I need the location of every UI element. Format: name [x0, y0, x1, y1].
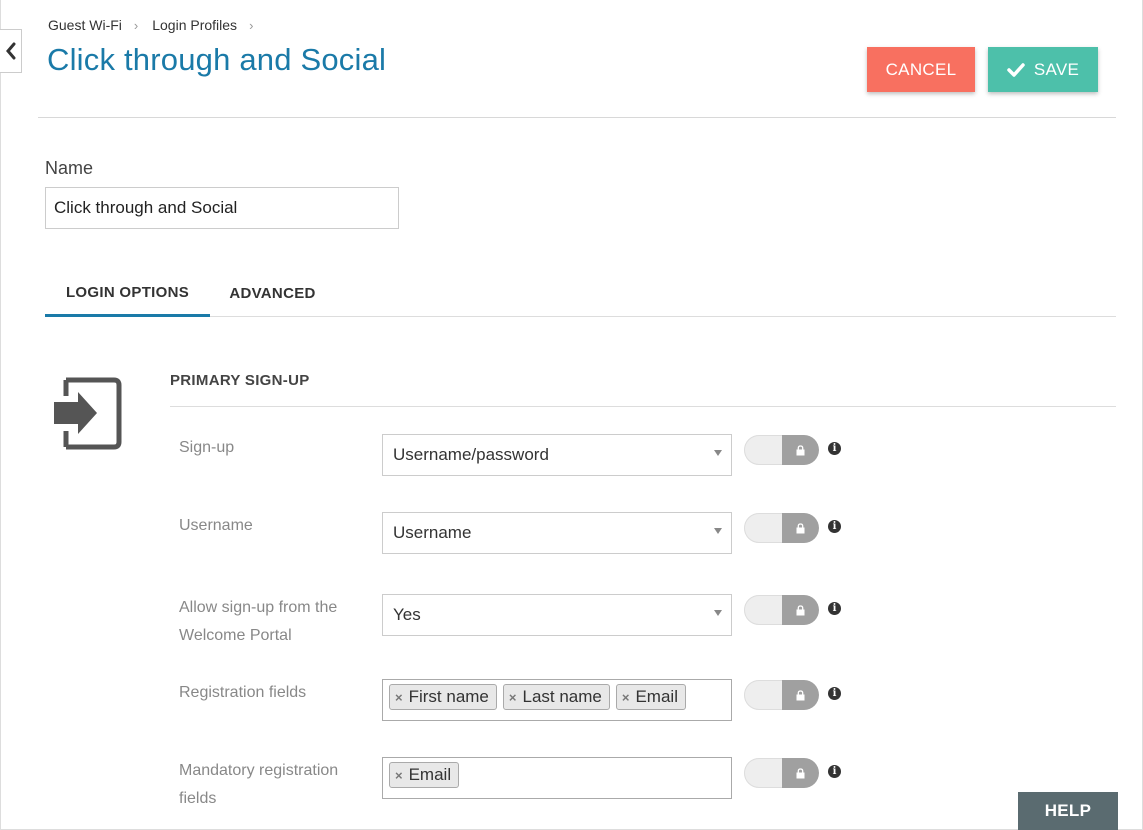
caret-down-icon	[714, 610, 722, 616]
tag-last-name: × Last name	[502, 684, 610, 710]
breadcrumb: Guest Wi-Fi › Login Profiles ›	[48, 17, 267, 33]
lock-icon	[782, 513, 819, 543]
mandatory-fields-info-icon[interactable]: i	[828, 765, 841, 778]
allow-signup-lock-toggle[interactable]	[744, 595, 819, 625]
username-info-icon[interactable]: i	[828, 520, 841, 533]
username-lock-toggle[interactable]	[744, 513, 819, 543]
cancel-button-label: CANCEL	[885, 59, 957, 79]
section-divider	[170, 406, 1116, 407]
tag-first-name: × First name	[389, 684, 497, 710]
tag-label: Email	[635, 687, 678, 706]
save-button-label: SAVE	[1033, 59, 1080, 79]
allow-signup-label: Allow sign-up from the Welcome Portal	[179, 599, 338, 644]
allow-signup-info-icon[interactable]: i	[828, 602, 841, 615]
tag-label: Last name	[522, 687, 602, 706]
signup-select[interactable]: Username/password	[382, 434, 732, 476]
help-button[interactable]: HELP	[1018, 792, 1118, 830]
lock-icon	[782, 595, 819, 625]
registration-fields-label: Registration fields	[179, 684, 307, 701]
chevron-left-icon	[5, 42, 15, 60]
tag-email: × Email	[389, 762, 460, 788]
signup-label: Sign-up	[179, 439, 235, 456]
tab-bar: LOGIN OPTIONS ADVANCED	[45, 270, 1116, 317]
chevron-right-icon: ›	[133, 17, 139, 33]
breadcrumb-guest-wifi[interactable]: Guest Wi-Fi	[48, 17, 122, 33]
collapse-sidebar-button[interactable]	[0, 29, 22, 73]
caret-down-icon	[714, 528, 722, 534]
page-title: Click through and Social	[47, 42, 387, 77]
checkmark-icon	[1007, 62, 1025, 77]
remove-tag-icon[interactable]: ×	[395, 690, 403, 705]
lock-icon	[782, 435, 819, 465]
section-title: PRIMARY SIGN-UP	[170, 372, 310, 389]
username-select[interactable]: Username	[382, 512, 732, 554]
cancel-button[interactable]: CANCEL	[867, 47, 975, 92]
name-label: Name	[45, 158, 94, 178]
username-label: Username	[179, 517, 253, 534]
signup-select-value: Username/password	[393, 445, 549, 464]
registration-fields-input[interactable]: × First name × Last name × Email	[382, 679, 732, 721]
remove-tag-icon[interactable]: ×	[622, 690, 630, 705]
sign-in-icon	[52, 372, 122, 455]
chevron-right-icon: ›	[249, 17, 254, 33]
remove-tag-icon[interactable]: ×	[395, 768, 403, 783]
breadcrumb-login-profiles[interactable]: Login Profiles	[152, 17, 237, 33]
allow-signup-select[interactable]: Yes	[382, 594, 732, 636]
signup-lock-toggle[interactable]	[744, 435, 819, 465]
lock-icon	[782, 758, 819, 788]
allow-signup-select-value: Yes	[393, 605, 421, 624]
registration-fields-info-icon[interactable]: i	[828, 687, 841, 700]
tab-advanced[interactable]: ADVANCED	[215, 270, 330, 317]
signup-info-icon[interactable]: i	[828, 442, 841, 455]
mandatory-fields-input[interactable]: × Email	[382, 757, 732, 799]
header-divider	[38, 117, 1116, 118]
save-button[interactable]: SAVE	[988, 47, 1098, 92]
username-select-value: Username	[393, 523, 472, 542]
lock-icon	[782, 680, 819, 710]
remove-tag-icon[interactable]: ×	[509, 690, 517, 705]
tag-email: × Email	[615, 684, 686, 710]
mandatory-fields-lock-toggle[interactable]	[744, 758, 819, 788]
tag-label: First name	[408, 687, 489, 706]
tag-label: Email	[408, 765, 452, 784]
mandatory-fields-label: Mandatory registration fields	[179, 762, 339, 807]
caret-down-icon	[714, 450, 722, 456]
tab-login-options[interactable]: LOGIN OPTIONS	[45, 270, 210, 317]
registration-fields-lock-toggle[interactable]	[744, 680, 819, 710]
name-input[interactable]	[45, 187, 399, 229]
